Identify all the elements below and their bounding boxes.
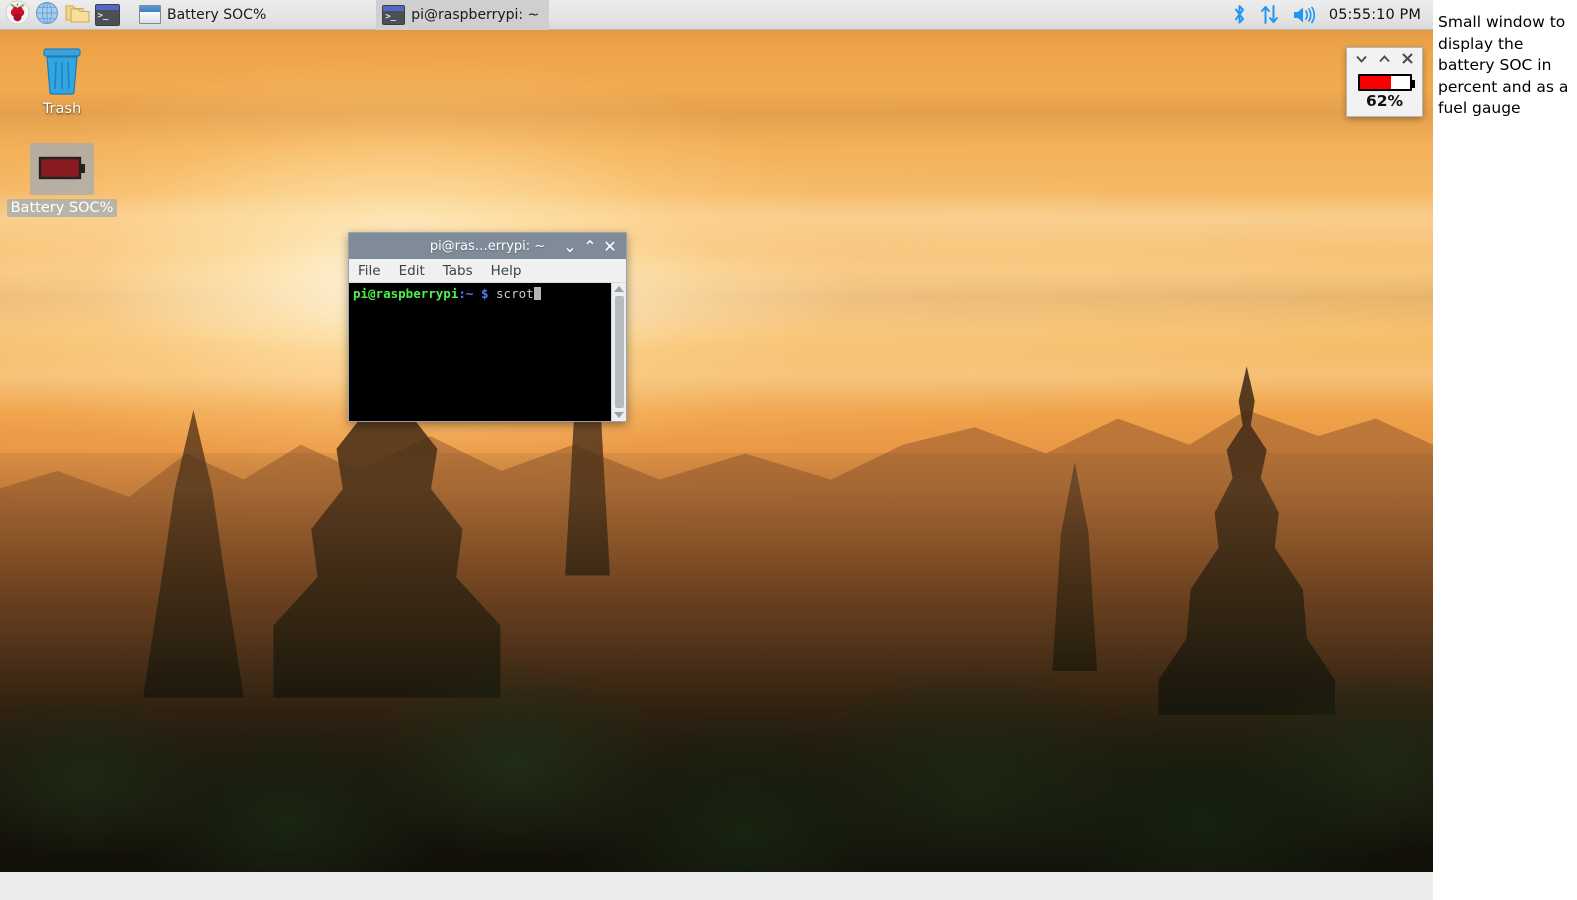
web-browser-button[interactable] — [33, 1, 61, 29]
prompt-user-host: pi@raspberrypi — [353, 286, 459, 301]
trash-icon — [39, 44, 85, 96]
battery-percent-label: 62% — [1365, 91, 1404, 110]
battery-soc-window[interactable]: 62% — [1346, 47, 1423, 117]
folder-icon — [65, 2, 90, 28]
file-manager-button[interactable] — [63, 2, 91, 28]
screen: Trash Battery SOC% pi@ras…errypi: ~ ⌄ ⌃ … — [0, 0, 1577, 900]
terminal-close-icon[interactable]: ✕ — [600, 236, 620, 256]
battery-minimize-icon[interactable] — [1353, 50, 1370, 67]
scroll-down-icon[interactable] — [614, 412, 624, 418]
desktop-icon-battery-soc[interactable]: Battery SOC% — [6, 143, 118, 217]
terminal-command: scrot — [496, 286, 534, 301]
bluetooth-icon[interactable] — [1232, 4, 1247, 25]
terminal-minimize-icon[interactable]: ⌄ — [560, 236, 580, 256]
desktop-icon-label: Trash — [42, 101, 82, 117]
bottom-strip — [0, 872, 1433, 900]
globe-icon — [35, 1, 59, 29]
desktop[interactable]: Trash Battery SOC% pi@ras…errypi: ~ ⌄ ⌃ … — [0, 0, 1433, 872]
terminal-titlebar[interactable]: pi@ras…errypi: ~ ⌄ ⌃ ✕ — [349, 233, 626, 259]
prompt-path: :~ — [458, 286, 474, 301]
menu-tabs[interactable]: Tabs — [434, 261, 482, 281]
battery-gauge-terminal — [1410, 79, 1415, 88]
battery-icon — [30, 143, 94, 195]
battery-window-body: 62% — [1347, 69, 1422, 116]
terminal-launcher-button[interactable]: >_ — [93, 2, 121, 28]
battery-gauge-fill — [1359, 75, 1391, 89]
window-icon — [139, 5, 161, 24]
terminal-maximize-icon[interactable]: ⌃ — [580, 236, 600, 256]
network-icon[interactable] — [1260, 4, 1279, 25]
battery-maximize-icon[interactable] — [1376, 50, 1393, 67]
battery-window-titlebar[interactable] — [1347, 48, 1422, 69]
desktop-icon-label: Battery SOC% — [6, 199, 118, 217]
wallpaper-haze — [0, 0, 1433, 872]
terminal-icon: >_ — [382, 4, 406, 25]
taskbar-launchers: >_ — [0, 0, 121, 29]
taskbar-button-terminal[interactable]: >_ pi@raspberrypi: ~ — [376, 0, 550, 30]
system-tray: 05:55:10 PM — [1232, 4, 1433, 25]
menu-file[interactable]: File — [349, 261, 390, 281]
raspberry-icon — [4, 0, 30, 29]
terminal-icon: >_ — [94, 3, 120, 26]
prompt-symbol: $ — [480, 286, 489, 301]
battery-fuel-gauge — [1357, 73, 1415, 91]
menu-help[interactable]: Help — [482, 261, 531, 281]
taskbar[interactable]: >_ Battery SOC% >_ pi@raspberrypi: ~ 05:… — [0, 0, 1433, 30]
terminal-title: pi@ras…errypi: ~ — [429, 238, 546, 254]
terminal-window[interactable]: pi@ras…errypi: ~ ⌄ ⌃ ✕ File Edit Tabs He… — [348, 232, 627, 422]
annotation-text: Small window to display the battery SOC … — [1438, 13, 1569, 117]
volume-icon[interactable] — [1292, 5, 1316, 25]
taskbar-window-list: Battery SOC% >_ pi@raspberrypi: ~ — [133, 0, 550, 30]
taskbar-button-battery-soc[interactable]: Battery SOC% — [133, 0, 276, 30]
terminal-menubar: File Edit Tabs Help — [349, 259, 626, 283]
terminal-output[interactable]: pi@raspberrypi:~ $ scrot — [349, 283, 611, 421]
taskbar-button-label: Battery SOC% — [167, 6, 267, 23]
raspberry-menu-button[interactable] — [3, 0, 31, 29]
menu-edit[interactable]: Edit — [390, 261, 434, 281]
terminal-scrollbar[interactable] — [611, 283, 626, 421]
terminal-cursor — [533, 287, 541, 300]
scroll-up-icon[interactable] — [614, 286, 624, 292]
taskbar-clock[interactable]: 05:55:10 PM — [1329, 7, 1421, 23]
taskbar-button-label: pi@raspberrypi: ~ — [411, 6, 540, 23]
battery-close-icon[interactable] — [1399, 50, 1416, 67]
desktop-icon-trash[interactable]: Trash — [10, 44, 114, 118]
scrollbar-thumb[interactable] — [614, 296, 624, 408]
terminal-content-area[interactable]: pi@raspberrypi:~ $ scrot — [349, 283, 626, 421]
